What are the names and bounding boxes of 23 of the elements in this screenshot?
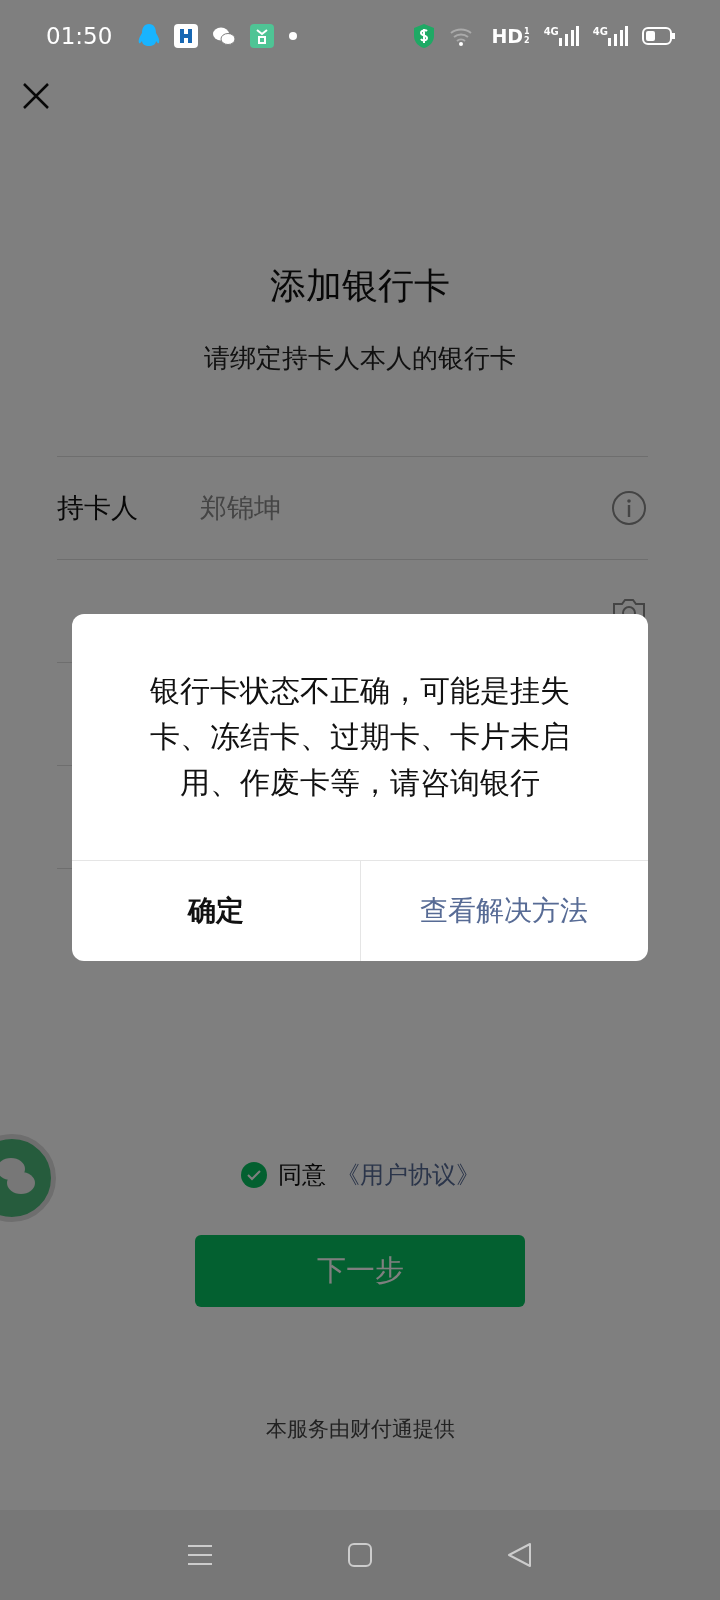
dialog-button[interactable]: 确定 xyxy=(72,861,360,961)
checkbox[interactable] xyxy=(240,1161,268,1189)
status-time: 01:50 xyxy=(46,23,113,49)
battery-icon xyxy=(642,26,676,46)
field-label: 持卡人 xyxy=(57,492,138,523)
shield-icon xyxy=(413,23,436,49)
app-icon xyxy=(174,24,199,48)
notification-dot-icon xyxy=(288,31,299,41)
chat-icon xyxy=(212,25,237,47)
signal-indicator: 4G xyxy=(543,26,579,46)
agreement-link[interactable]: 《用户协议》 xyxy=(336,1159,480,1191)
dialog-button[interactable]: 查看解决方法 xyxy=(359,861,648,961)
next-button[interactable]: 下一步 xyxy=(195,1235,525,1307)
signal-indicator: 4G xyxy=(592,26,628,46)
penguin-icon xyxy=(138,23,161,49)
dialog-message: 银行卡状态不正确，可能是挂失卡、冻结卡、过期卡、卡片未启用、作废卡等，请咨询银行 xyxy=(149,672,571,802)
home-icon[interactable] xyxy=(345,1540,375,1570)
app-icon xyxy=(250,24,275,48)
footer-text: 本服务由财付通提供 xyxy=(265,1416,455,1443)
page-title: 添加银行卡 xyxy=(270,264,450,308)
page-subtitle: 请绑定持卡人本人的银行卡 xyxy=(204,342,516,375)
info-icon[interactable] xyxy=(610,489,648,527)
agreement-text: 同意 xyxy=(278,1160,326,1191)
